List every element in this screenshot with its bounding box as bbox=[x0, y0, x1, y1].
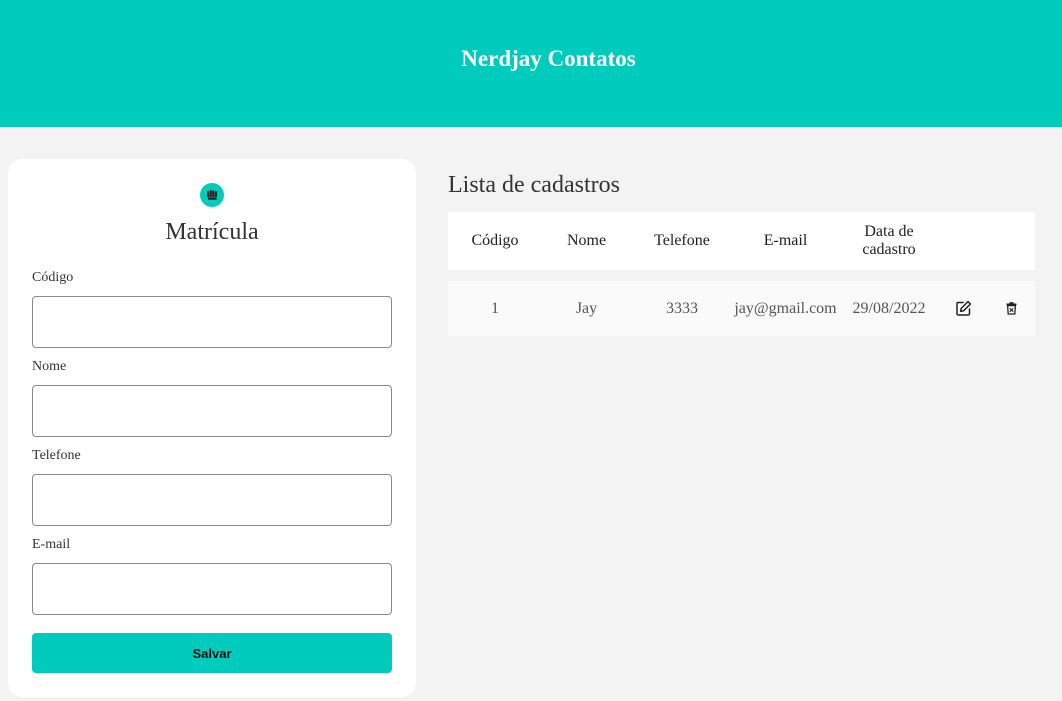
codigo-label: Código bbox=[32, 270, 74, 285]
nome-input[interactable] bbox=[32, 385, 392, 437]
edit-icon[interactable] bbox=[945, 281, 981, 336]
telefone-label: Telefone bbox=[32, 448, 81, 463]
fist-icon bbox=[200, 183, 224, 207]
table-row: 1 Jay 3333 jay@gmail.com 29/08/2022 bbox=[448, 281, 1035, 336]
column-header-nome: Nome bbox=[566, 232, 607, 249]
cell-nome: Jay bbox=[575, 299, 598, 317]
email-input[interactable] bbox=[32, 563, 392, 615]
registration-form: Matrícula Código Nome Telefone E-mail Sa… bbox=[8, 159, 416, 697]
nome-label: Nome bbox=[32, 359, 67, 374]
codigo-input[interactable] bbox=[32, 296, 392, 348]
cell-codigo: 1 bbox=[491, 299, 499, 317]
telefone-input[interactable] bbox=[32, 474, 392, 526]
column-header-codigo: Código bbox=[471, 232, 519, 249]
column-header-telefone: Telefone bbox=[654, 232, 710, 249]
cell-email: jay@gmail.com bbox=[734, 299, 837, 317]
table-header: Código Nome Telefone E-mail Data de cada… bbox=[448, 212, 1035, 270]
app-header: Nerdjay Contatos bbox=[0, 0, 1062, 127]
trash-icon[interactable] bbox=[993, 281, 1029, 336]
cell-data: 29/08/2022 bbox=[852, 299, 926, 317]
cell-telefone: 3333 bbox=[666, 299, 698, 317]
column-header-email: E-mail bbox=[763, 232, 808, 249]
save-button[interactable]: Salvar bbox=[32, 633, 392, 673]
column-header-data: Data de cadastro bbox=[862, 223, 916, 258]
email-label: E-mail bbox=[32, 537, 71, 552]
list-title: Lista de cadastros bbox=[448, 172, 620, 198]
app-title: Nerdjay Contatos bbox=[461, 46, 636, 71]
form-title: Matrícula bbox=[165, 219, 259, 245]
